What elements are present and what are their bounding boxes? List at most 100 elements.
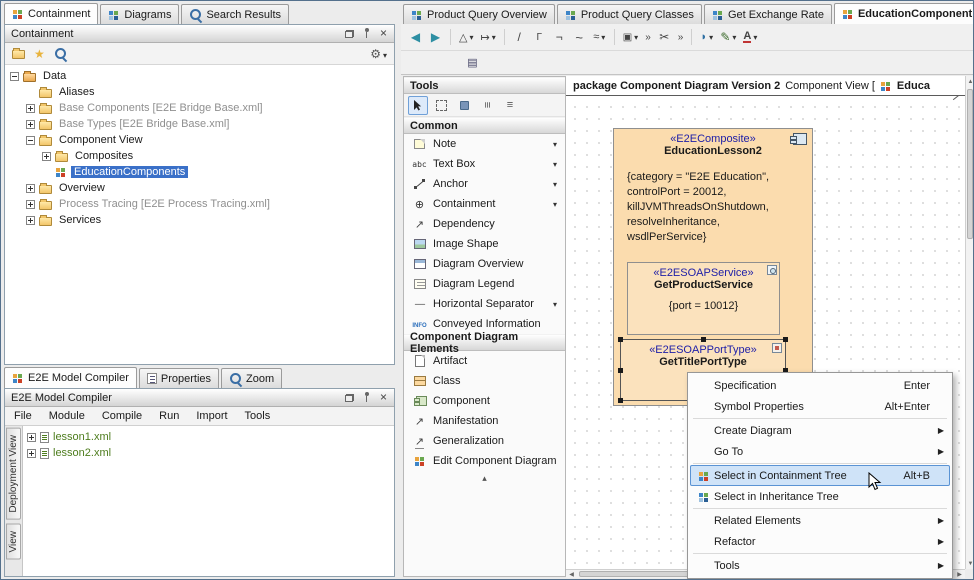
side-tab-deployment-view[interactable]: Deployment View — [6, 428, 21, 520]
tree-item-composites[interactable]: Composites — [7, 148, 394, 164]
tree-item-base-types[interactable]: Base Types [E2E Bridge Base.xml] — [7, 116, 394, 132]
palette-item-image-shape[interactable]: Image Shape — [404, 234, 565, 254]
palette-item-edit-component-diagram[interactable]: Edit Component Diagram — [404, 451, 565, 471]
selection-handle[interactable] — [618, 337, 623, 342]
composite-shape-educationlesson2[interactable]: «E2EComposite» EducationLesson2 {categor… — [613, 128, 813, 406]
scroll-up-arrow[interactable] — [966, 76, 974, 87]
menu-item-select-in-containment-tree[interactable]: Select in Containment Tree Alt+B — [690, 465, 950, 486]
horizontal-tree-layout-button[interactable] — [500, 96, 520, 115]
chevron-down-icon[interactable] — [550, 160, 560, 169]
tree-item-process-tracing[interactable]: Process Tracing [E2E Process Tracing.xml… — [7, 196, 394, 212]
menu-item-refactor[interactable]: Refactor — [690, 531, 950, 552]
collapse-expander-icon[interactable] — [26, 136, 35, 145]
tree-item-overview[interactable]: Overview — [7, 180, 394, 196]
oblique-path-button[interactable] — [510, 27, 529, 47]
palette-collapse-button[interactable] — [404, 471, 565, 486]
shape-fill-button[interactable] — [697, 27, 716, 47]
float-panel-button[interactable] — [342, 391, 357, 405]
tab-e2e-model-compiler[interactable]: E2E Model Compiler — [4, 367, 137, 388]
menu-tools[interactable]: Tools — [245, 410, 271, 422]
diagram-frame-button[interactable] — [463, 53, 482, 73]
zigzag-path-button[interactable] — [590, 27, 609, 47]
pencil-draw-button[interactable] — [717, 27, 739, 47]
expand-expander-icon[interactable] — [42, 152, 51, 161]
palette-section-tools[interactable]: Tools — [404, 77, 565, 94]
pin-panel-button[interactable] — [359, 391, 374, 405]
file-item-lesson1[interactable]: lesson1.xml — [25, 429, 392, 445]
apply-style-button[interactable] — [477, 27, 498, 47]
chevron-down-icon[interactable] — [550, 180, 560, 189]
tree-item-component-view[interactable]: Component View — [7, 132, 394, 148]
selection-handle[interactable] — [701, 337, 706, 342]
palette-item-text-box[interactable]: Text Box — [404, 154, 565, 174]
scroll-right-arrow[interactable] — [954, 570, 965, 579]
settings-gear-button[interactable] — [370, 47, 387, 61]
tree-item-base-components[interactable]: Base Components [E2E Bridge Base.xml] — [7, 100, 394, 116]
palette-item-containment[interactable]: Containment — [404, 194, 565, 214]
menu-compile[interactable]: Compile — [102, 410, 142, 422]
tab-diagrams[interactable]: Diagrams — [100, 4, 179, 24]
palette-item-class[interactable]: Class — [404, 371, 565, 391]
palette-item-diagram-legend[interactable]: Diagram Legend — [404, 274, 565, 294]
toolbar-overflow-chevron[interactable] — [675, 32, 687, 43]
menu-run[interactable]: Run — [159, 410, 179, 422]
forward-button[interactable] — [426, 27, 445, 47]
marquee-select-tool-button[interactable] — [431, 96, 451, 115]
palette-item-dependency[interactable]: Dependency — [404, 214, 565, 234]
vertical-tree-layout-button[interactable] — [477, 96, 497, 115]
palette-item-manifestation[interactable]: Manifestation — [404, 411, 565, 431]
selection-handle[interactable] — [618, 368, 623, 373]
expand-expander-icon[interactable] — [26, 120, 35, 129]
back-button[interactable] — [406, 27, 425, 47]
search-icon[interactable] — [54, 47, 67, 60]
tab-product-query-classes[interactable]: Product Query Classes — [557, 4, 702, 24]
magnet-tool-button[interactable] — [454, 96, 474, 115]
select-tool-button[interactable] — [408, 96, 428, 115]
expand-expander-icon[interactable] — [26, 184, 35, 193]
palette-section-component-diagram-elements[interactable]: Component Diagram Elements — [404, 334, 565, 351]
menu-item-go-to[interactable]: Go To — [690, 441, 950, 462]
menu-item-related-elements[interactable]: Related Elements — [690, 510, 950, 531]
cut-tool-button[interactable] — [655, 27, 674, 47]
menu-item-tools[interactable]: Tools — [690, 555, 950, 576]
tab-product-query-overview[interactable]: Product Query Overview — [403, 4, 555, 24]
palette-section-common[interactable]: Common — [404, 117, 565, 134]
shapes-tool-button[interactable] — [456, 27, 476, 47]
palette-item-diagram-overview[interactable]: Diagram Overview — [404, 254, 565, 274]
tab-search-results[interactable]: Search Results — [181, 4, 289, 24]
vertical-scroll-thumb[interactable] — [967, 89, 973, 239]
expand-expander-icon[interactable] — [26, 104, 35, 113]
close-panel-button[interactable] — [376, 391, 391, 405]
menu-item-select-in-inheritance-tree[interactable]: Select in Inheritance Tree — [690, 486, 950, 507]
make-same-size-button[interactable] — [620, 27, 641, 47]
tree-item-data[interactable]: Data — [7, 68, 394, 84]
file-item-lesson2[interactable]: lesson2.xml — [25, 445, 392, 461]
vertical-scrollbar[interactable] — [965, 76, 974, 569]
tree-item-educationcomponents[interactable]: EducationComponents — [7, 164, 394, 180]
expand-expander-icon[interactable] — [26, 200, 35, 209]
open-in-new-tree-icon[interactable] — [12, 50, 25, 59]
palette-item-horizontal-separator[interactable]: Horizontal Separator — [404, 294, 565, 314]
tab-educationcomponent[interactable]: EducationComponent — [834, 3, 973, 24]
side-tab-view[interactable]: View — [6, 524, 21, 560]
selection-handle[interactable] — [783, 337, 788, 342]
rectilinear-path-button[interactable] — [530, 27, 549, 47]
chevron-down-icon[interactable] — [550, 140, 560, 149]
chevron-down-icon[interactable] — [550, 300, 560, 309]
menu-item-symbol-properties[interactable]: Symbol Properties Alt+Enter — [690, 396, 950, 417]
menu-file[interactable]: File — [14, 410, 32, 422]
toolbar-overflow-chevron[interactable] — [642, 32, 654, 43]
menu-item-specification[interactable]: Specification Enter — [690, 375, 950, 396]
service-shape-getproductservice[interactable]: «E2ESOAPService» GetProductService {port… — [627, 262, 780, 335]
palette-item-generalization[interactable]: Generalization — [404, 431, 565, 451]
tree-item-services[interactable]: Services — [7, 212, 394, 228]
expand-expander-icon[interactable] — [27, 449, 36, 458]
tab-zoom[interactable]: Zoom — [221, 368, 282, 388]
tab-get-exchange-rate[interactable]: Get Exchange Rate — [704, 4, 832, 24]
menu-module[interactable]: Module — [49, 410, 85, 422]
palette-item-anchor[interactable]: Anchor — [404, 174, 565, 194]
chevron-down-icon[interactable] — [550, 200, 560, 209]
pin-panel-button[interactable] — [359, 27, 374, 41]
curved-path-button[interactable] — [570, 27, 589, 47]
close-panel-button[interactable] — [376, 27, 391, 41]
